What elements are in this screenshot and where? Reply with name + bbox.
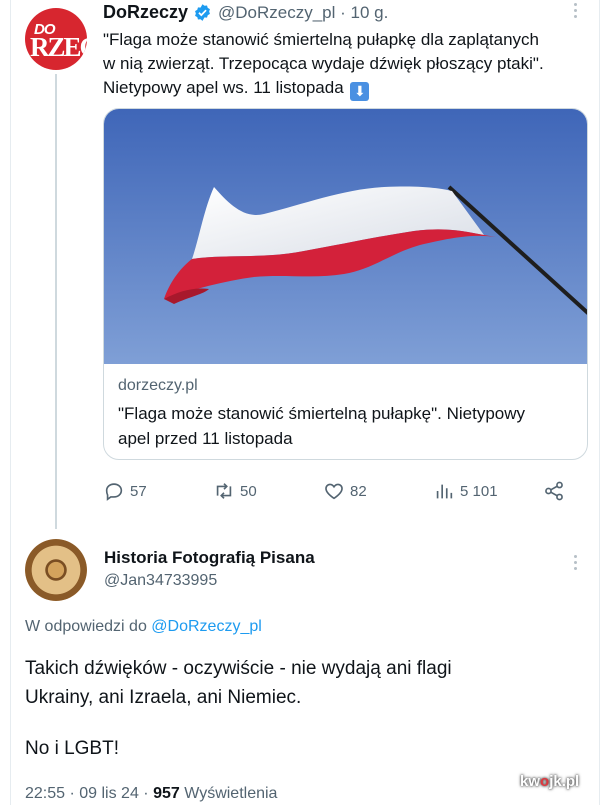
card-domain: dorzeczy.pl <box>118 377 198 394</box>
more-options-icon[interactable] <box>568 0 582 24</box>
tweet-time[interactable]: · 10 g. <box>340 3 388 22</box>
tweet-text-line: "Flaga może stanowić śmiertelną pułapkę … <box>103 30 539 49</box>
link-preview-card[interactable]: dorzeczy.pl "Flaga może stanowić śmierte… <box>103 108 588 460</box>
card-title-line: "Flaga może stanowić śmiertelną pułapkę"… <box>118 404 526 423</box>
polish-flag-image <box>104 109 587 364</box>
tweet-actions: 57 50 82 5 101 <box>103 476 583 506</box>
like-button[interactable]: 82 <box>323 476 367 506</box>
tweet-text-line: No i LGBT! <box>25 738 119 759</box>
tweet-text-line: w nią zwierząt. Trzepocąca wydaje dźwięk… <box>103 54 544 73</box>
avatar-logo-main: RZEC <box>30 32 87 62</box>
views-count: 5 101 <box>460 482 498 500</box>
heart-icon <box>325 483 343 500</box>
views-bar-chart-icon <box>436 484 453 499</box>
verified-badge-icon <box>195 4 210 21</box>
card-title-line: apel przed 11 listopada <box>118 429 293 448</box>
retweet-icon <box>216 483 232 499</box>
tweet-text: Takich dźwięków - oczywiście - nie wydaj… <box>25 654 585 763</box>
reply-icon <box>105 483 123 501</box>
tweet-text-line: Takich dźwięków - oczywiście - nie wydaj… <box>25 658 452 679</box>
tweet-text: "Flaga może stanowić śmiertelną pułapkę … <box>103 28 593 101</box>
retweet-count: 50 <box>240 482 257 500</box>
reply-count: 57 <box>130 482 147 500</box>
tweet-meta: 22:55 · 09 lis 24 · 957 Wyświetlenia <box>25 785 277 803</box>
down-arrow-emoji-icon: ⬇ <box>350 82 370 101</box>
share-button[interactable] <box>543 476 570 506</box>
kwejk-watermark: kwojk.pl <box>520 773 580 790</box>
more-options-icon[interactable] <box>568 552 582 576</box>
tweet-timestamp[interactable]: 22:55 · 09 lis 24 · <box>25 785 153 802</box>
reply-mention-link[interactable]: @DoRzeczy_pl <box>151 618 262 635</box>
views-label: Wyświetlenia <box>179 785 278 802</box>
author-name[interactable]: Historia Fotografią Pisana <box>104 548 315 568</box>
author-name[interactable]: DoRzeczy <box>103 2 188 23</box>
tweet-text-line: Nietypowy apel ws. 11 listopada ⬇ <box>103 76 593 101</box>
reply-button[interactable]: 57 <box>103 476 147 506</box>
like-count: 82 <box>350 482 367 500</box>
tweet-text-line: Ukrainy, ani Izraela, ani Niemiec. <box>25 687 302 708</box>
tweet-text-line-content: Nietypowy apel ws. 11 listopada <box>103 78 344 97</box>
thread-line <box>55 74 57 529</box>
views-count: 957 <box>153 785 180 802</box>
reply-prefix: W odpowiedzi do <box>25 618 147 635</box>
card-title: "Flaga może stanowić śmiertelną pułapkę"… <box>118 401 578 451</box>
historia-avatar[interactable] <box>25 539 87 601</box>
views-button[interactable]: 5 101 <box>433 476 498 506</box>
author-handle[interactable]: @DoRzeczy_pl <box>218 3 335 22</box>
author-handle[interactable]: @Jan34733995 <box>104 572 217 590</box>
author-handle-and-time: @DoRzeczy_pl · 10 g. <box>218 3 388 23</box>
retweet-button[interactable]: 50 <box>213 476 257 506</box>
dorzeczy-avatar[interactable]: DO RZEC <box>25 8 87 70</box>
share-icon <box>545 481 563 501</box>
reply-context: W odpowiedzi do @DoRzeczy_pl <box>25 618 262 636</box>
